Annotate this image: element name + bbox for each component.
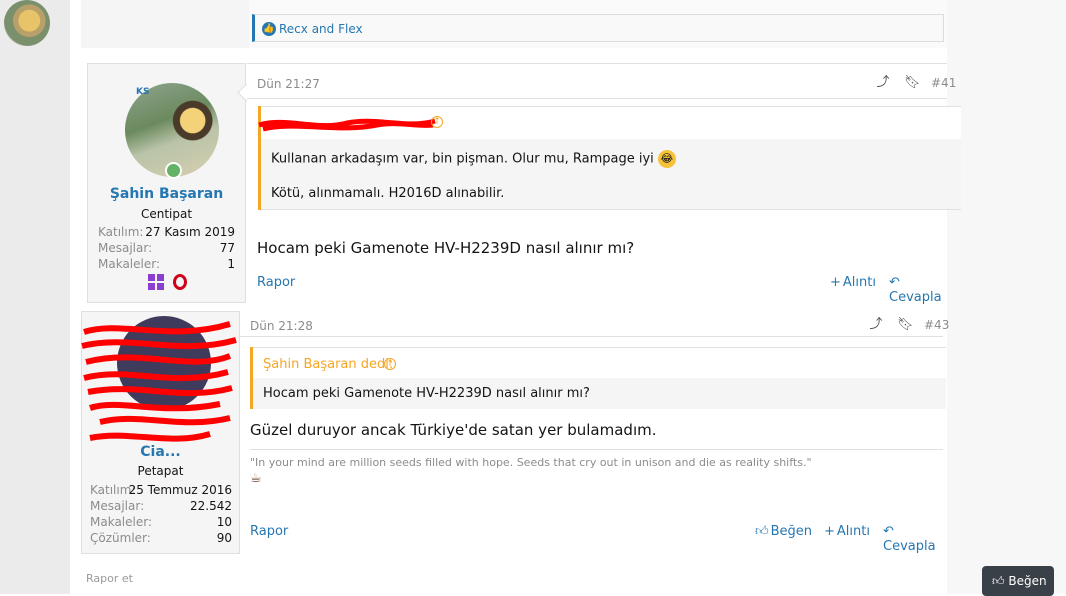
floating-like-label: Beğen — [1008, 574, 1047, 588]
quote-button[interactable]: + Alıntı — [824, 524, 870, 539]
thumbs-up-icon: 👍︎ — [755, 524, 769, 539]
stat-value: 25 Temmuz 2016 — [128, 483, 232, 497]
stat-label: Makaleler: — [98, 257, 160, 271]
post-date[interactable]: Dün 21:28 — [250, 319, 313, 333]
post: Cia... Petapat Katılım: 25 Temmuz 2016 M… — [81, 311, 949, 554]
post-message: Hocam peki Gamenote HV-H2239D nasıl alın… — [257, 239, 635, 257]
plus-icon: + — [830, 275, 841, 290]
rolling-laughing-emoji-icon: 😂 — [657, 150, 676, 168]
reply-button-label: Cevapla — [883, 539, 936, 554]
quote-line-text: Kullanan arkadaşım var, bin pişman. Olur… — [271, 151, 654, 167]
thumbs-up-icon: 👍︎ — [992, 574, 1009, 588]
quote-header: Şahin Başaran dedi: ↑ — [253, 347, 946, 379]
reactions-bar[interactable]: 👍 Recx and Flex — [252, 14, 944, 42]
reply-button-label: Cevapla — [889, 290, 942, 305]
quote-button-label: Alıntı — [836, 524, 870, 539]
signature-divider — [250, 449, 943, 450]
reply-button[interactable]: ↶Cevapla — [883, 524, 943, 554]
windows-icon — [148, 274, 164, 290]
share-icon[interactable]: ⤴ — [876, 76, 890, 90]
bookmark-icon[interactable]: 🔖︎ — [897, 318, 914, 332]
right-gutter — [947, 0, 1066, 594]
stat-label: Katılım: — [98, 225, 144, 239]
jump-to-quote-icon[interactable]: ↑ — [384, 358, 396, 370]
like-button-label: Beğen — [770, 524, 812, 539]
quote-button-label: Alıntı — [842, 275, 876, 290]
jump-to-quote-icon[interactable]: ↑ — [431, 116, 443, 128]
user-panel: Cia... Petapat Katılım: 25 Temmuz 2016 M… — [81, 311, 240, 554]
opera-icon — [173, 274, 187, 290]
username[interactable]: Cia... — [82, 444, 239, 460]
post: KS Şahin Başaran Centipat Katılım: 27 Ka… — [81, 57, 961, 305]
redaction-scribble — [258, 118, 436, 132]
share-icon[interactable]: ⤴ — [869, 318, 883, 332]
post-date[interactable]: Dün 21:27 — [257, 77, 320, 91]
stat-value: 22.542 — [190, 499, 232, 513]
report-link[interactable]: Rapor — [257, 275, 295, 290]
user-title: Petapat — [137, 464, 184, 478]
reply-icon: ↶ — [883, 524, 894, 539]
username[interactable]: Şahin Başaran — [88, 186, 245, 202]
quote-line: Kötü, alınmamalı. H2016D alınabilir. — [271, 186, 505, 201]
stat-label: Mesajlar: — [90, 499, 145, 513]
report-link[interactable]: Rapor et — [86, 572, 133, 585]
stat-label: Mesajlar: — [98, 241, 153, 255]
coffee-icon: ☕ — [250, 471, 262, 486]
stat-row: Katılım: 25 Temmuz 2016 — [90, 483, 232, 499]
user-panel: KS Şahin Başaran Centipat Katılım: 27 Ka… — [87, 63, 246, 303]
signature: "In your mind are million seeds filled w… — [250, 456, 812, 469]
stat-row: Mesajlar: 77 — [98, 241, 235, 257]
stat-label: Çözümler: — [90, 531, 151, 545]
avatar-badge: KS — [136, 87, 150, 97]
stat-row: Mesajlar: 22.542 — [90, 499, 232, 515]
divider — [247, 98, 947, 99]
quote-block: ↑ Kullanan arkadaşım var, bin pişman. Ol… — [258, 106, 961, 210]
post-number[interactable]: #43 — [924, 318, 949, 332]
divider — [240, 336, 943, 337]
redaction-scribble — [81, 321, 237, 442]
stat-value: 77 — [219, 241, 235, 255]
stat-row: Çözümler: 90 — [90, 531, 232, 547]
quote-header: ↑ — [258, 106, 961, 140]
reactions-text[interactable]: Recx and Flex — [279, 22, 363, 36]
quote-body: Kullanan arkadaşım var, bin pişman. Olur… — [261, 139, 961, 210]
stat-value: 27 Kasım 2019 — [145, 225, 235, 239]
quote-text: Hocam peki Gamenote HV-H2239D nasıl alın… — [263, 386, 590, 401]
stat-value: 10 — [216, 515, 232, 529]
like-reaction-icon: 👍 — [262, 22, 276, 36]
quote-button[interactable]: + Alıntı — [830, 275, 876, 290]
floating-like-button[interactable]: 👍︎ Beğen — [982, 566, 1054, 596]
reply-button[interactable]: ↶Cevapla — [889, 275, 947, 305]
stat-row: Makaleler: 1 — [98, 257, 235, 273]
post-number[interactable]: #41 — [931, 76, 956, 90]
reply-icon: ↶ — [889, 275, 900, 290]
stat-value: 90 — [216, 531, 232, 545]
quote-block: Şahin Başaran dedi: ↑ Hocam peki Gamenot… — [250, 347, 946, 409]
quote-body: Hocam peki Gamenote HV-H2239D nasıl alın… — [253, 378, 946, 409]
post-body: Dün 21:28 ⤴ 🔖︎ #43 Şahin Başaran dedi: ↑… — [240, 311, 949, 554]
post-body: Dün 21:27 ⤴ 🔖︎ #41 ↑ Kullanan arkadaşım … — [237, 63, 961, 305]
avatar[interactable] — [4, 0, 50, 46]
stat-row: Makaleler: 10 — [90, 515, 232, 531]
left-gutter — [0, 0, 70, 594]
plus-icon: + — [824, 524, 835, 539]
user-title: Centipat — [140, 207, 193, 221]
post-message: Güzel duruyor ancak Türkiye'de satan yer… — [250, 421, 657, 439]
online-status-icon — [165, 162, 182, 179]
like-button[interactable]: 👍︎ Beğen — [755, 524, 812, 539]
bookmark-icon[interactable]: 🔖︎ — [904, 76, 921, 90]
stat-label: Makaleler: — [90, 515, 152, 529]
report-link[interactable]: Rapor — [250, 524, 288, 539]
quote-author[interactable]: Şahin Başaran dedi: — [263, 357, 393, 372]
stat-value: 1 — [227, 257, 235, 271]
stat-row: Katılım: 27 Kasım 2019 — [98, 225, 235, 241]
quote-line: Kullanan arkadaşım var, bin pişman. Olur… — [271, 150, 676, 168]
